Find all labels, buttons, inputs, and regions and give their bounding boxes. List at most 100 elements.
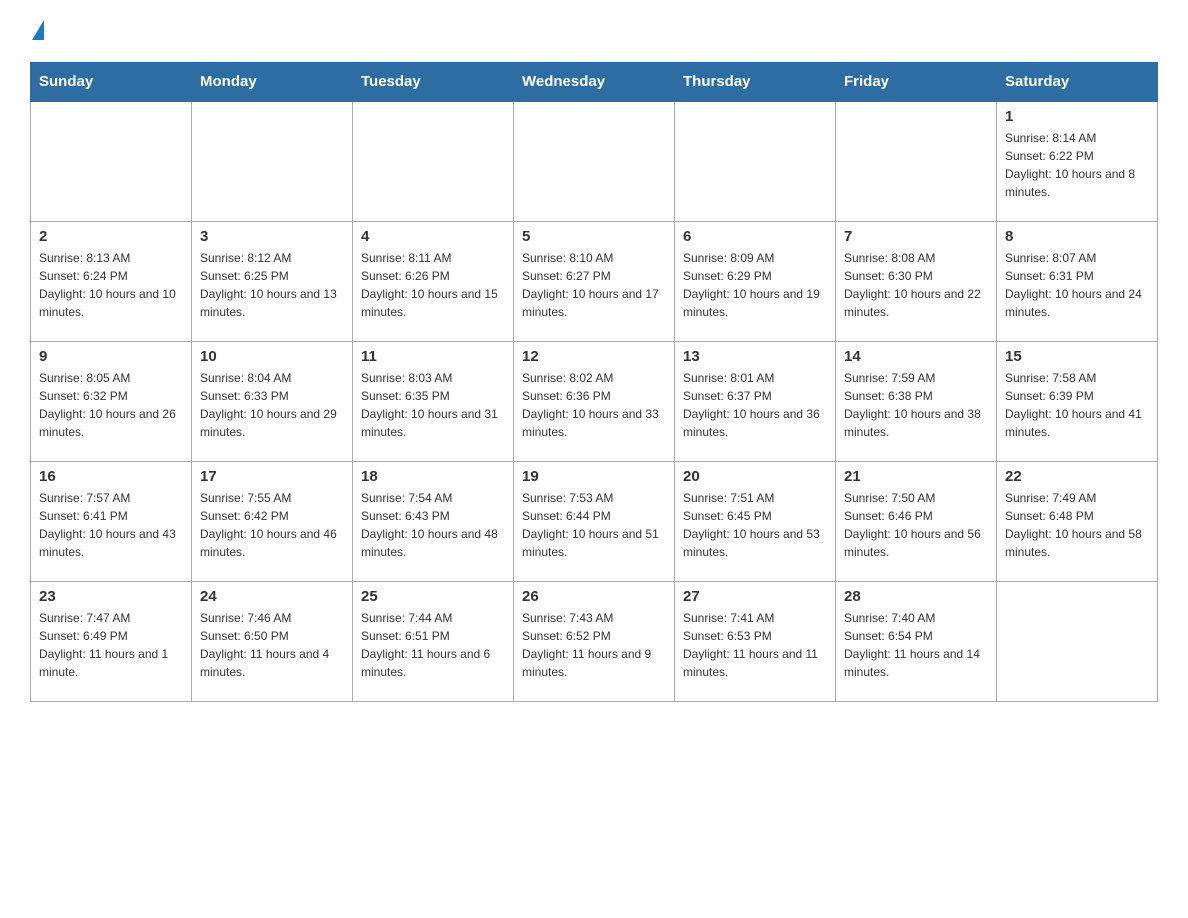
day-of-week-header: Thursday xyxy=(675,63,836,102)
calendar-table: SundayMondayTuesdayWednesdayThursdayFrid… xyxy=(30,62,1158,702)
day-info: Sunrise: 7:40 AMSunset: 6:54 PMDaylight:… xyxy=(844,609,988,681)
calendar-week-row: 9 Sunrise: 8:05 AMSunset: 6:32 PMDaylight… xyxy=(31,341,1158,461)
day-of-week-header: Tuesday xyxy=(353,63,514,102)
calendar-day-cell: 7Sunrise: 8:08 AMSunset: 6:30 PMDaylight… xyxy=(836,221,997,341)
page-header xyxy=(30,20,1158,42)
day-info: Sunrise: 8:01 AMSunset: 6:37 PMDaylight:… xyxy=(683,369,827,441)
day-info: Sunrise: 7:43 AMSunset: 6:52 PMDaylight:… xyxy=(522,609,666,681)
calendar-day-cell: 26 Sunrise: 7:43 AMSunset: 6:52 PMDayligh… xyxy=(514,581,675,701)
calendar-day-cell: 20 Sunrise: 7:51 AMSunset: 6:45 PMDayligh… xyxy=(675,461,836,581)
day-number: 17 xyxy=(200,468,344,485)
calendar-day-cell: 16 Sunrise: 7:57 AMSunset: 6:41 PMDayligh… xyxy=(31,461,192,581)
day-number: 22 xyxy=(1005,468,1149,485)
day-number: 27 xyxy=(683,588,827,605)
calendar-day-cell: 6 Sunrise: 8:09 AMSunset: 6:29 PMDaylight… xyxy=(675,221,836,341)
calendar-day-cell: 14 Sunrise: 7:59 AMSunset: 6:38 PMDayligh… xyxy=(836,341,997,461)
day-info: Sunrise: 8:02 AMSunset: 6:36 PMDaylight:… xyxy=(522,369,666,441)
day-info: Sunrise: 7:55 AMSunset: 6:42 PMDaylight:… xyxy=(200,489,344,561)
day-number: 19 xyxy=(522,468,666,485)
day-info: Sunrise: 7:41 AMSunset: 6:53 PMDaylight:… xyxy=(683,609,827,681)
calendar-week-row: 1 Sunrise: 8:14 AMSunset: 6:22 PMDaylight… xyxy=(31,101,1158,221)
day-info: Sunrise: 8:04 AMSunset: 6:33 PMDaylight:… xyxy=(200,369,344,441)
day-info: Sunrise: 8:08 AMSunset: 6:30 PMDaylight:… xyxy=(844,249,988,321)
day-info: Sunrise: 8:14 AMSunset: 6:22 PMDaylight:… xyxy=(1005,129,1149,201)
calendar-day-cell: 5 Sunrise: 8:10 AMSunset: 6:27 PMDaylight… xyxy=(514,221,675,341)
day-info: Sunrise: 8:12 AMSunset: 6:25 PMDaylight:… xyxy=(200,249,344,321)
day-number: 9 xyxy=(39,348,183,365)
day-number: 1 xyxy=(1005,108,1149,125)
day-info: Sunrise: 7:51 AMSunset: 6:45 PMDaylight:… xyxy=(683,489,827,561)
day-number: 3 xyxy=(200,228,344,245)
calendar-day-cell xyxy=(675,101,836,221)
calendar-day-cell: 4 Sunrise: 8:11 AMSunset: 6:26 PMDaylight… xyxy=(353,221,514,341)
calendar-day-cell: 10Sunrise: 8:04 AMSunset: 6:33 PMDayligh… xyxy=(192,341,353,461)
logo xyxy=(30,20,44,42)
day-info: Sunrise: 7:58 AMSunset: 6:39 PMDaylight:… xyxy=(1005,369,1149,441)
calendar-week-row: 23Sunrise: 7:47 AMSunset: 6:49 PMDayligh… xyxy=(31,581,1158,701)
calendar-day-cell: 28 Sunrise: 7:40 AMSunset: 6:54 PMDayligh… xyxy=(836,581,997,701)
calendar-day-cell: 24Sunrise: 7:46 AMSunset: 6:50 PMDayligh… xyxy=(192,581,353,701)
day-info: Sunrise: 8:03 AMSunset: 6:35 PMDaylight:… xyxy=(361,369,505,441)
calendar-day-cell: 12 Sunrise: 8:02 AMSunset: 6:36 PMDayligh… xyxy=(514,341,675,461)
calendar-day-cell: 8 Sunrise: 8:07 AMSunset: 6:31 PMDaylight… xyxy=(997,221,1158,341)
calendar-week-row: 2 Sunrise: 8:13 AMSunset: 6:24 PMDaylight… xyxy=(31,221,1158,341)
calendar-day-cell: 23Sunrise: 7:47 AMSunset: 6:49 PMDayligh… xyxy=(31,581,192,701)
calendar-day-cell: 19 Sunrise: 7:53 AMSunset: 6:44 PMDayligh… xyxy=(514,461,675,581)
day-info: Sunrise: 8:10 AMSunset: 6:27 PMDaylight:… xyxy=(522,249,666,321)
day-info: Sunrise: 8:05 AMSunset: 6:32 PMDaylight:… xyxy=(39,369,183,441)
day-number: 4 xyxy=(361,228,505,245)
day-of-week-header: Wednesday xyxy=(514,63,675,102)
day-number: 28 xyxy=(844,588,988,605)
day-info: Sunrise: 7:50 AMSunset: 6:46 PMDaylight:… xyxy=(844,489,988,561)
day-info: Sunrise: 7:59 AMSunset: 6:38 PMDaylight:… xyxy=(844,369,988,441)
day-number: 24 xyxy=(200,588,344,605)
day-info: Sunrise: 7:47 AMSunset: 6:49 PMDaylight:… xyxy=(39,609,183,681)
calendar-day-cell xyxy=(192,101,353,221)
day-number: 6 xyxy=(683,228,827,245)
day-of-week-header: Monday xyxy=(192,63,353,102)
day-number: 20 xyxy=(683,468,827,485)
calendar-day-cell: 17 Sunrise: 7:55 AMSunset: 6:42 PMDayligh… xyxy=(192,461,353,581)
calendar-header: SundayMondayTuesdayWednesdayThursdayFrid… xyxy=(31,63,1158,102)
logo-triangle-icon xyxy=(32,20,44,40)
calendar-day-cell: 3 Sunrise: 8:12 AMSunset: 6:25 PMDaylight… xyxy=(192,221,353,341)
day-number: 18 xyxy=(361,468,505,485)
day-info: Sunrise: 8:07 AMSunset: 6:31 PMDaylight:… xyxy=(1005,249,1149,321)
day-of-week-header: Saturday xyxy=(997,63,1158,102)
day-number: 16 xyxy=(39,468,183,485)
calendar-day-cell: 9 Sunrise: 8:05 AMSunset: 6:32 PMDaylight… xyxy=(31,341,192,461)
day-info: Sunrise: 7:44 AMSunset: 6:51 PMDaylight:… xyxy=(361,609,505,681)
day-number: 12 xyxy=(522,348,666,365)
day-of-week-header: Sunday xyxy=(31,63,192,102)
calendar-day-cell xyxy=(836,101,997,221)
day-number: 11 xyxy=(361,348,505,365)
calendar-day-cell: 27 Sunrise: 7:41 AMSunset: 6:53 PMDayligh… xyxy=(675,581,836,701)
day-number: 5 xyxy=(522,228,666,245)
day-number: 13 xyxy=(683,348,827,365)
calendar-day-cell: 13 Sunrise: 8:01 AMSunset: 6:37 PMDayligh… xyxy=(675,341,836,461)
calendar-day-cell: 2 Sunrise: 8:13 AMSunset: 6:24 PMDaylight… xyxy=(31,221,192,341)
calendar-day-cell: 25 Sunrise: 7:44 AMSunset: 6:51 PMDayligh… xyxy=(353,581,514,701)
day-number: 8 xyxy=(1005,228,1149,245)
day-number: 21 xyxy=(844,468,988,485)
day-number: 14 xyxy=(844,348,988,365)
day-info: Sunrise: 7:54 AMSunset: 6:43 PMDaylight:… xyxy=(361,489,505,561)
day-header-row: SundayMondayTuesdayWednesdayThursdayFrid… xyxy=(31,63,1158,102)
calendar-day-cell xyxy=(31,101,192,221)
calendar-day-cell: 22 Sunrise: 7:49 AMSunset: 6:48 PMDayligh… xyxy=(997,461,1158,581)
calendar-day-cell xyxy=(353,101,514,221)
day-number: 25 xyxy=(361,588,505,605)
calendar-day-cell: 21 Sunrise: 7:50 AMSunset: 6:46 PMDayligh… xyxy=(836,461,997,581)
day-info: Sunrise: 7:53 AMSunset: 6:44 PMDaylight:… xyxy=(522,489,666,561)
day-info: Sunrise: 7:57 AMSunset: 6:41 PMDaylight:… xyxy=(39,489,183,561)
calendar-day-cell: 15 Sunrise: 7:58 AMSunset: 6:39 PMDayligh… xyxy=(997,341,1158,461)
day-info: Sunrise: 7:49 AMSunset: 6:48 PMDaylight:… xyxy=(1005,489,1149,561)
day-info: Sunrise: 8:13 AMSunset: 6:24 PMDaylight:… xyxy=(39,249,183,321)
day-info: Sunrise: 8:11 AMSunset: 6:26 PMDaylight:… xyxy=(361,249,505,321)
calendar-day-cell: 1 Sunrise: 8:14 AMSunset: 6:22 PMDaylight… xyxy=(997,101,1158,221)
day-info: Sunrise: 8:09 AMSunset: 6:29 PMDaylight:… xyxy=(683,249,827,321)
day-number: 15 xyxy=(1005,348,1149,365)
day-number: 2 xyxy=(39,228,183,245)
calendar-day-cell: 18 Sunrise: 7:54 AMSunset: 6:43 PMDayligh… xyxy=(353,461,514,581)
day-number: 26 xyxy=(522,588,666,605)
